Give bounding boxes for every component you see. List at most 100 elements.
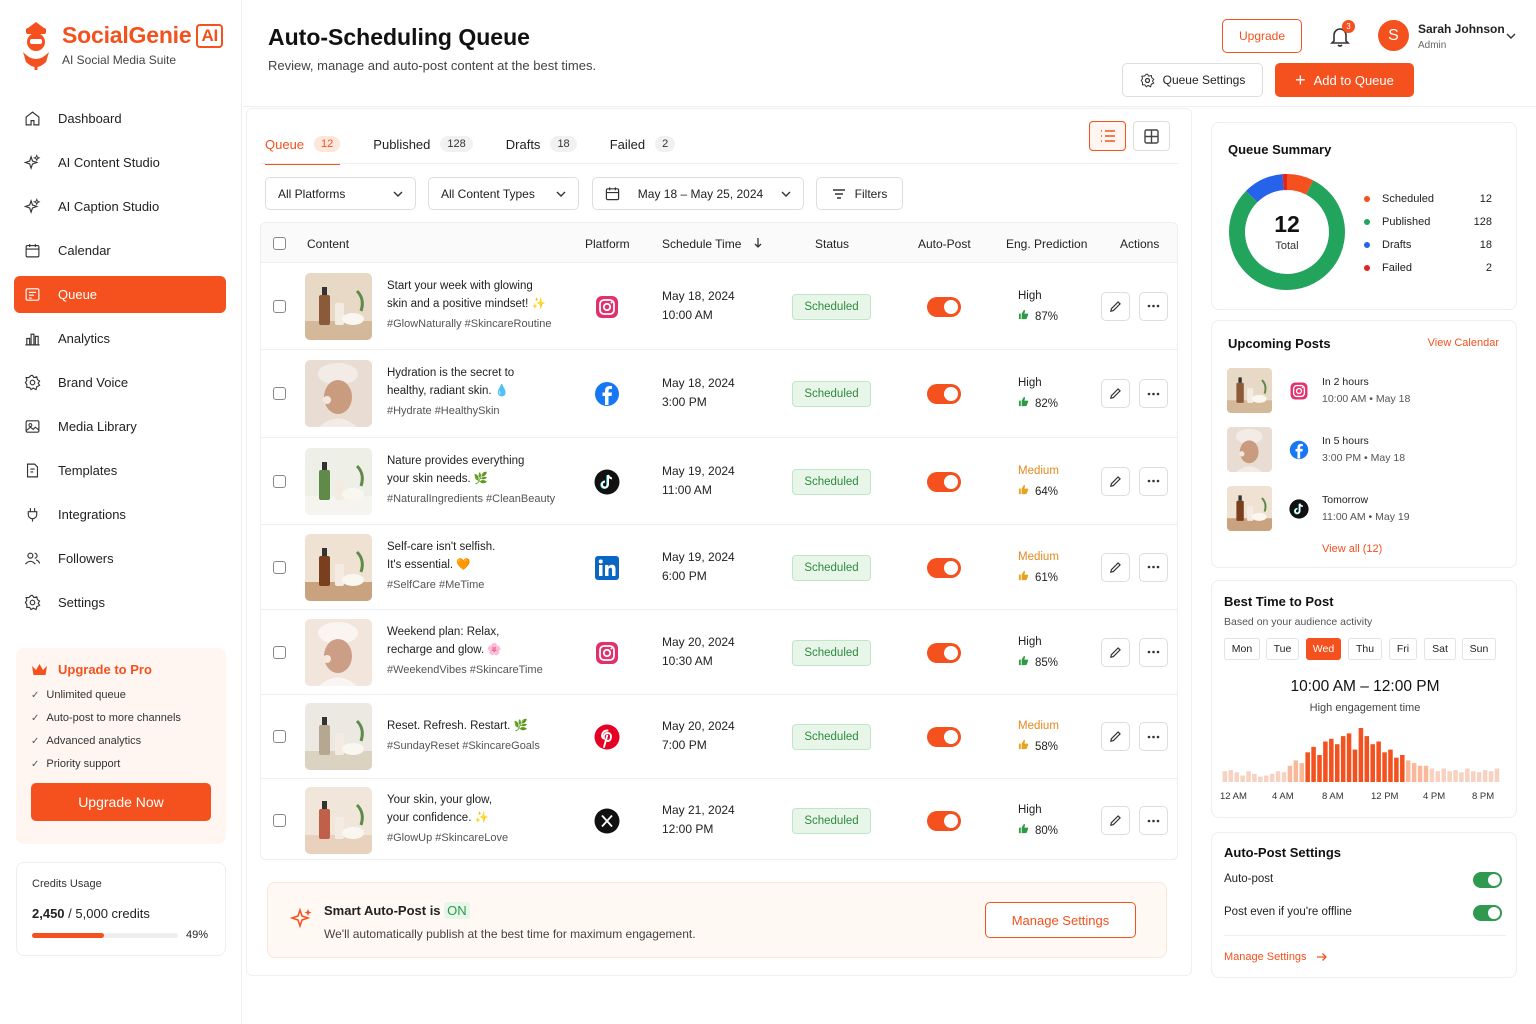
upcoming-post-item[interactable]: In 2 hours 10:00 AM • May 18 [1227, 368, 1507, 414]
smart-autopost-title: Smart Auto-Post is ON [324, 902, 470, 919]
more-options-button[interactable] [1139, 637, 1168, 667]
tab-failed[interactable]: Failed 2 [610, 126, 676, 162]
edit-button[interactable] [1101, 466, 1130, 496]
view-calendar-link[interactable]: View Calendar [1428, 337, 1499, 349]
row-checkbox[interactable] [273, 299, 286, 313]
sidebar-item-settings[interactable]: Settings [14, 584, 226, 621]
more-options-button[interactable] [1139, 552, 1168, 582]
post-thumbnail[interactable] [305, 703, 372, 770]
more-horizontal-icon [1147, 819, 1160, 822]
day-mon[interactable]: Mon [1224, 638, 1260, 660]
row-checkbox[interactable] [273, 560, 286, 574]
row-checkbox[interactable] [273, 814, 286, 827]
post-thumbnail[interactable] [305, 447, 372, 515]
check-icon: ✓ [31, 758, 40, 770]
smart-autopost-banner: Smart Auto-Post is ON We'll automaticall… [267, 882, 1167, 958]
autopost-manage-settings-link[interactable]: Manage Settings [1224, 951, 1328, 963]
sidebar-item-media-library[interactable]: Media Library [14, 408, 226, 445]
sidebar-item-ai-caption-studio[interactable]: AI Caption Studio [14, 188, 226, 225]
crown-icon [32, 663, 47, 675]
sidebar-item-analytics[interactable]: Analytics [14, 320, 226, 357]
pinterest-icon [594, 724, 620, 750]
content-type-filter[interactable]: All Content Types [428, 177, 579, 210]
sidebar-item-integrations[interactable]: Integrations [14, 496, 226, 533]
tab-drafts[interactable]: Drafts 18 [506, 126, 577, 162]
sidebar-item-brand-voice[interactable]: Brand Voice [14, 364, 226, 401]
sidebar-item-templates[interactable]: Templates [14, 452, 226, 489]
hourly-activity-chart [1222, 728, 1500, 782]
more-options-button[interactable] [1139, 466, 1168, 496]
credits-progress-bar [32, 933, 178, 938]
upcoming-post-item[interactable]: In 5 hours 3:00 PM • May 18 [1227, 427, 1507, 473]
autopost-toggle[interactable] [1473, 872, 1502, 888]
sidebar-item-ai-content-studio[interactable]: AI Content Studio [14, 144, 226, 181]
manage-settings-button[interactable]: Manage Settings [985, 902, 1136, 938]
avatar[interactable]: S [1378, 20, 1409, 51]
tab-queue[interactable]: Queue 12 [265, 126, 341, 165]
day-thu[interactable]: Thu [1348, 638, 1382, 660]
auto-post-toggle[interactable] [927, 471, 961, 492]
upgrade-now-button[interactable]: Upgrade Now [31, 783, 211, 821]
day-sun[interactable]: Sun [1462, 638, 1496, 660]
select-all-checkbox[interactable] [273, 237, 286, 250]
filters-button[interactable]: Filters [816, 177, 903, 210]
auto-post-toggle[interactable] [927, 727, 961, 747]
more-options-button[interactable] [1139, 291, 1168, 321]
thumbs-up-icon [1018, 823, 1029, 834]
auto-post-toggle[interactable] [927, 642, 961, 663]
post-hashtags: #GlowUp #SkincareLove [387, 832, 509, 844]
post-thumbnail[interactable] [305, 618, 372, 686]
upgrade-feature: ✓ Unlimited queue [31, 689, 126, 701]
edit-button[interactable] [1101, 552, 1130, 582]
chevron-down-icon[interactable] [1506, 31, 1516, 41]
auto-post-toggle[interactable] [927, 296, 961, 317]
instagram-icon [1289, 381, 1309, 401]
row-checkbox[interactable] [273, 730, 286, 743]
day-fri[interactable]: Fri [1389, 638, 1417, 660]
post-thumbnail[interactable] [305, 533, 372, 601]
activity-bar [1441, 768, 1446, 782]
tab-published[interactable]: Published 128 [373, 126, 473, 162]
post-thumbnail[interactable] [305, 360, 372, 427]
app-logo[interactable]: SocialGenie AI AI Social Media Suite [18, 22, 224, 70]
row-checkbox[interactable] [273, 474, 286, 488]
sort-down-icon[interactable] [754, 238, 762, 248]
add-to-queue-button[interactable]: + Add to Queue [1275, 63, 1414, 97]
col-schedule-time[interactable]: Schedule Time [662, 237, 741, 251]
day-tue[interactable]: Tue [1266, 638, 1299, 660]
more-options-button[interactable] [1139, 806, 1168, 835]
auto-post-toggle[interactable] [927, 557, 961, 578]
row-checkbox[interactable] [273, 645, 286, 659]
list-view-toggle[interactable] [1089, 121, 1126, 151]
auto-post-toggle[interactable] [927, 811, 961, 831]
day-wed[interactable]: Wed [1306, 638, 1341, 660]
queue-settings-button[interactable]: Queue Settings [1122, 63, 1263, 97]
activity-bar [1423, 765, 1429, 782]
auto-post-toggle[interactable] [927, 384, 961, 404]
view-all-link[interactable]: View all (12) [1322, 543, 1382, 555]
more-options-button[interactable] [1139, 379, 1168, 408]
sidebar-item-followers[interactable]: Followers [14, 540, 226, 577]
more-options-button[interactable] [1139, 722, 1168, 751]
edit-button[interactable] [1101, 722, 1130, 751]
post-thumbnail[interactable] [305, 787, 372, 854]
table-row: Hydration is the secret to healthy, radi… [261, 350, 1177, 438]
sidebar-item-queue[interactable]: Queue [14, 276, 226, 313]
upcoming-post-item[interactable]: Tomorrow 11:00 AM • May 19 [1227, 486, 1507, 532]
row-checkbox[interactable] [273, 387, 286, 400]
day-sat[interactable]: Sat [1424, 638, 1456, 660]
post-hashtags: #SundayReset #SkincareGoals [387, 740, 540, 752]
upgrade-button[interactable]: Upgrade [1222, 19, 1302, 53]
sidebar-item-calendar[interactable]: Calendar [14, 232, 226, 269]
post-thumbnail[interactable] [305, 272, 372, 340]
edit-button[interactable] [1101, 806, 1130, 835]
edit-button[interactable] [1101, 291, 1130, 321]
edit-button[interactable] [1101, 379, 1130, 408]
edit-button[interactable] [1101, 637, 1130, 667]
grid-view-toggle[interactable] [1133, 121, 1170, 151]
activity-bar [1299, 763, 1304, 782]
platform-filter[interactable]: All Platforms [265, 177, 416, 210]
date-range-filter[interactable]: May 18 – May 25, 2024 [592, 177, 804, 210]
sidebar-item-dashboard[interactable]: Dashboard [14, 100, 226, 137]
offline-post-toggle[interactable] [1473, 905, 1502, 921]
